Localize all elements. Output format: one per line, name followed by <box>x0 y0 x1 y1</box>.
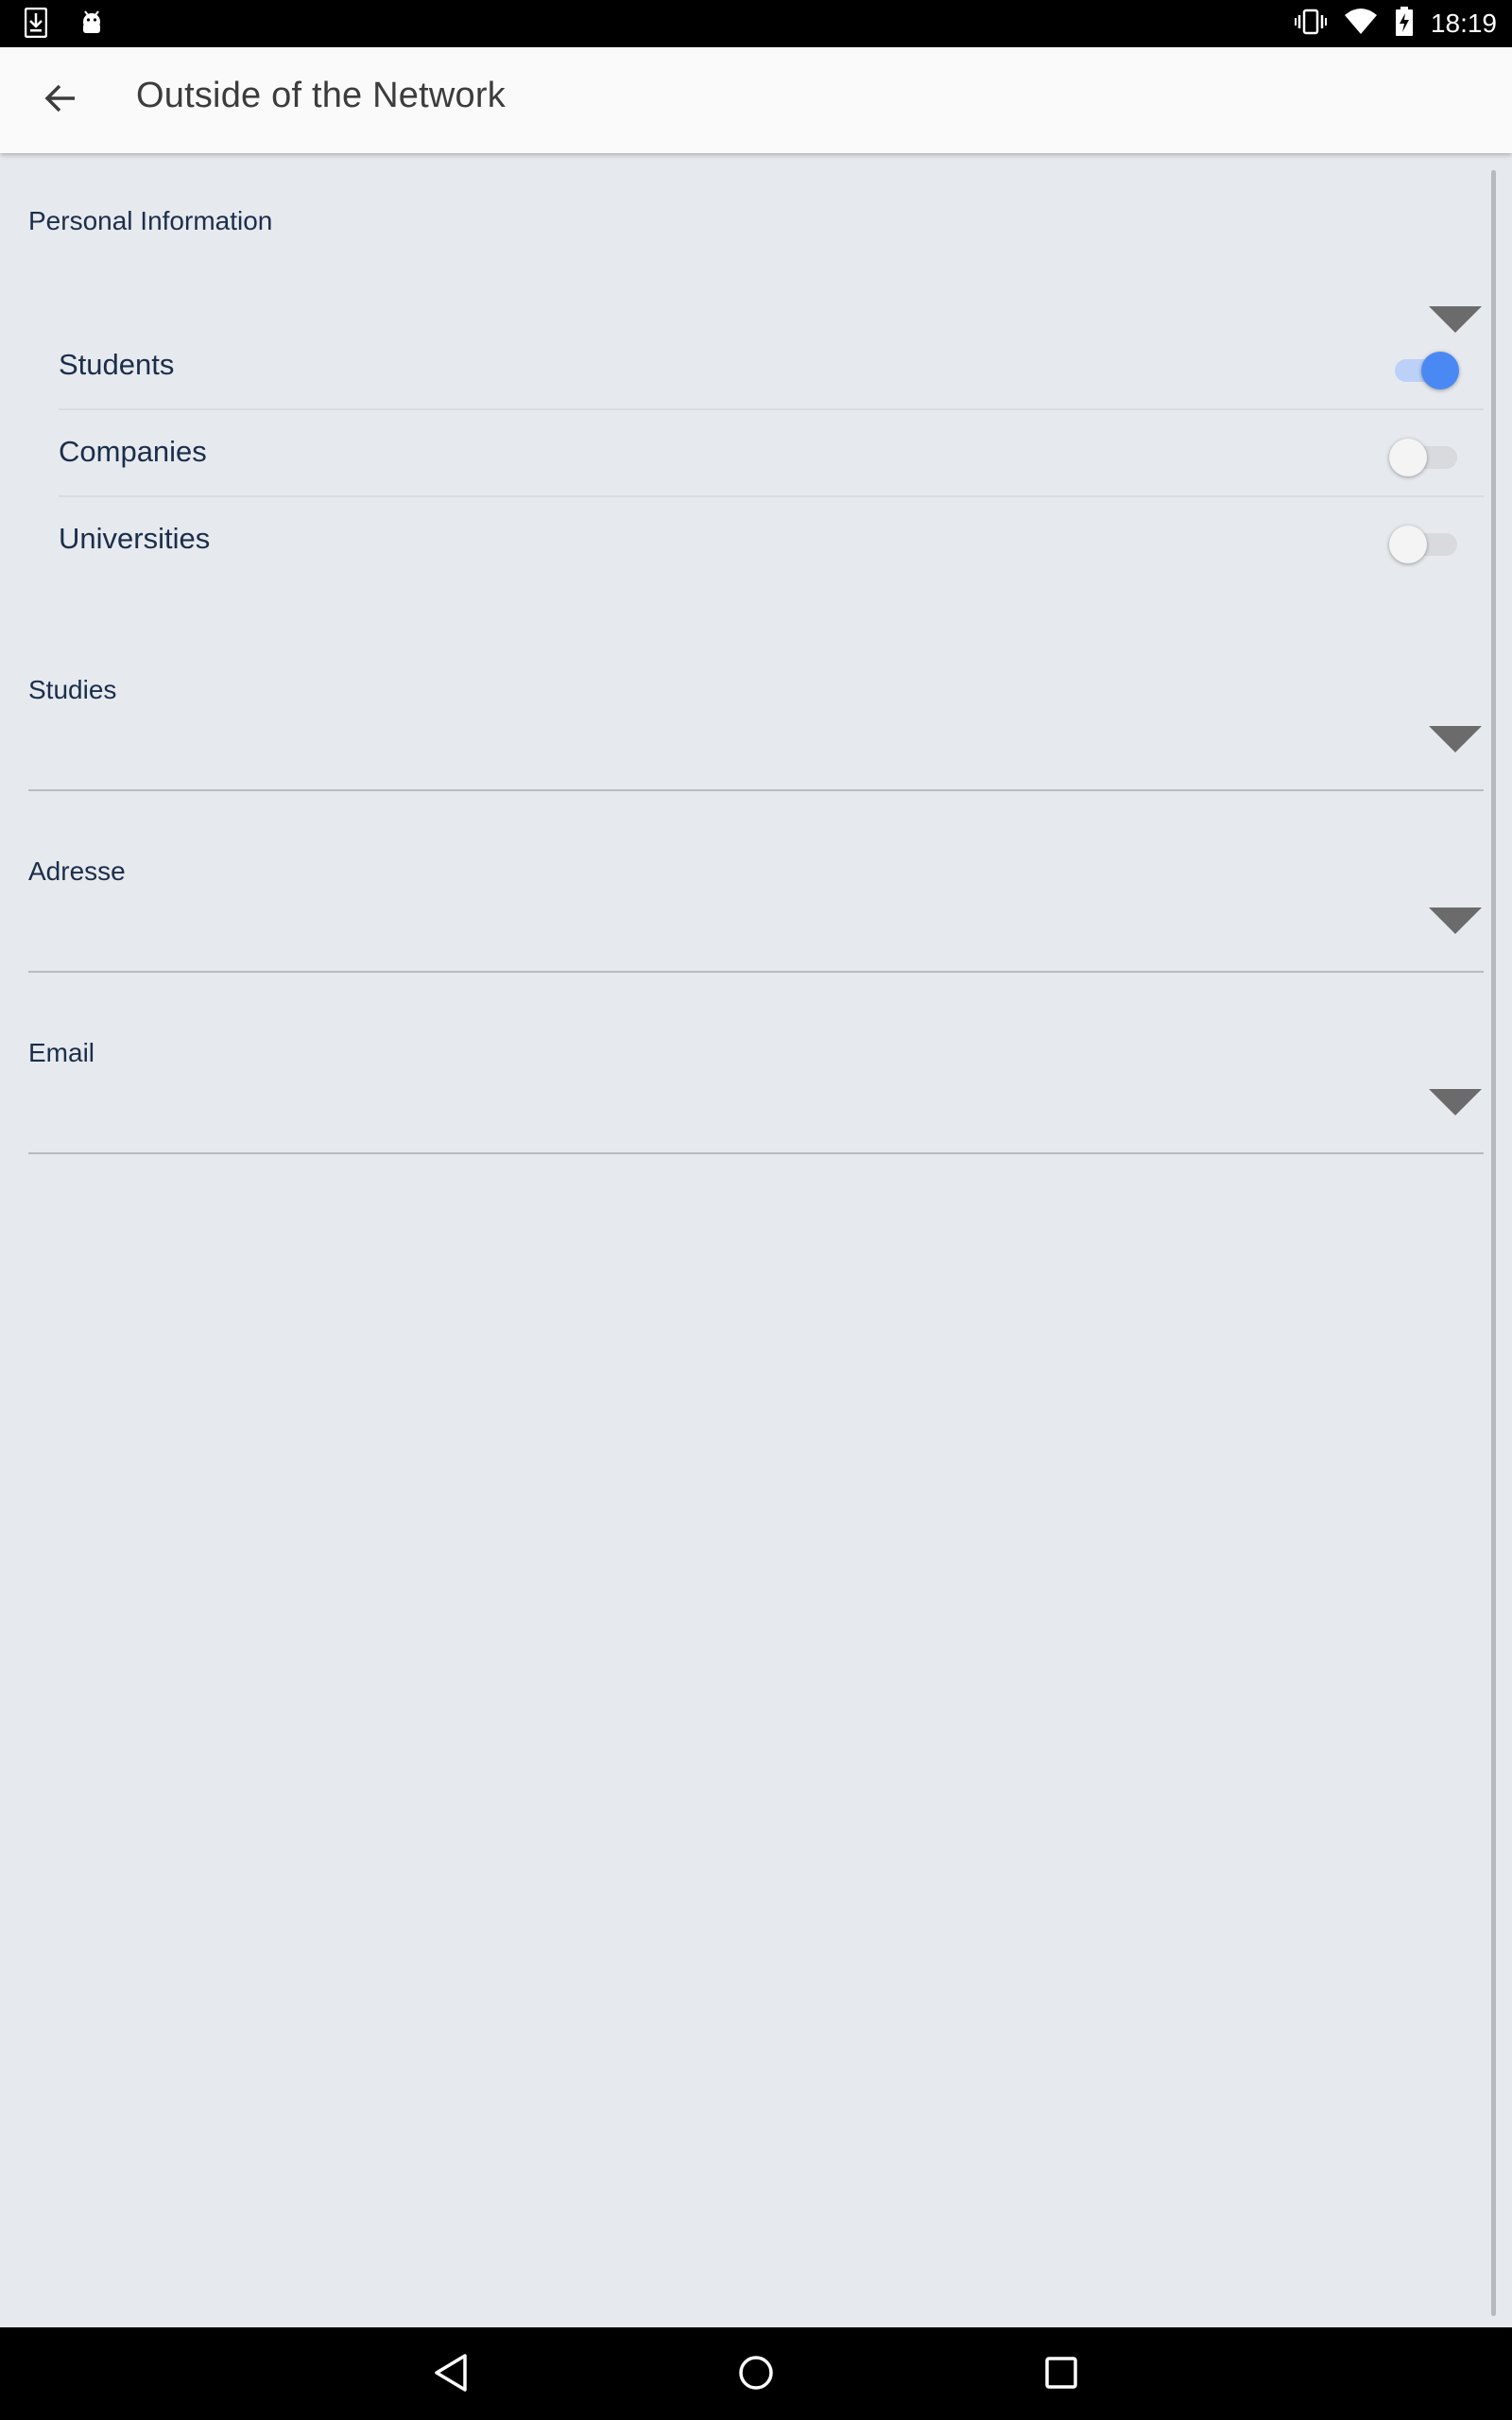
page-title: Outside of the Network <box>136 76 506 115</box>
arrow-back-icon <box>43 81 77 120</box>
download-icon <box>24 7 48 43</box>
section-adresse[interactable]: Adresse <box>28 856 1484 974</box>
nav-back-icon <box>432 2352 470 2398</box>
navigation-bar <box>0 2327 1512 2420</box>
toggle-row-universities: Universities <box>59 497 1484 584</box>
status-bar-right: 18:19 <box>1294 0 1497 47</box>
nav-home-button[interactable] <box>726 2344 786 2405</box>
vibrate-icon <box>1294 8 1327 41</box>
toggle-label: Universities <box>59 522 211 555</box>
status-bar-left <box>24 7 104 43</box>
toggle-label: Companies <box>59 435 207 468</box>
caret-down-icon[interactable] <box>1429 908 1482 934</box>
section-divider <box>28 789 1484 791</box>
section-divider <box>28 971 1484 973</box>
section-label: Personal Information <box>28 206 273 235</box>
toggle-label: Students <box>59 348 175 381</box>
back-button[interactable] <box>28 72 93 129</box>
caret-down-icon[interactable] <box>1429 726 1482 752</box>
scrollbar[interactable] <box>1491 170 1496 2316</box>
switch-thumb <box>1389 526 1427 563</box>
status-time: 18:19 <box>1430 9 1497 38</box>
app-bar: Outside of the Network <box>0 47 1512 153</box>
universities-switch[interactable] <box>1389 526 1457 563</box>
toggle-row-companies: Companies <box>59 410 1484 497</box>
nav-recents-icon <box>1044 2356 1078 2394</box>
caret-down-icon[interactable] <box>1429 1089 1482 1115</box>
switch-thumb <box>1389 439 1427 476</box>
section-label: Studies <box>28 675 117 704</box>
students-switch[interactable] <box>1389 352 1459 389</box>
section-studies[interactable]: Studies <box>28 675 1484 792</box>
switch-thumb <box>1421 352 1459 389</box>
android-debug-icon <box>79 9 104 42</box>
section-label: Email <box>28 1038 95 1067</box>
form-content: Personal Information Students Companies … <box>0 153 1512 2327</box>
companies-switch[interactable] <box>1389 439 1457 476</box>
nav-recents-button[interactable] <box>1031 2344 1091 2405</box>
section-divider <box>28 1152 1484 1154</box>
nav-home-icon <box>737 2354 775 2396</box>
status-bar: 18:19 <box>0 0 1512 47</box>
section-email[interactable]: Email <box>28 1038 1484 1155</box>
screen: 18:19 Outside of the Network Personal In… <box>0 0 1512 2420</box>
section-label: Adresse <box>28 856 126 886</box>
wifi-icon <box>1344 8 1378 41</box>
battery-charging-icon <box>1395 6 1414 42</box>
toggle-row-students: Students <box>59 323 1484 410</box>
nav-back-button[interactable] <box>421 2344 481 2405</box>
